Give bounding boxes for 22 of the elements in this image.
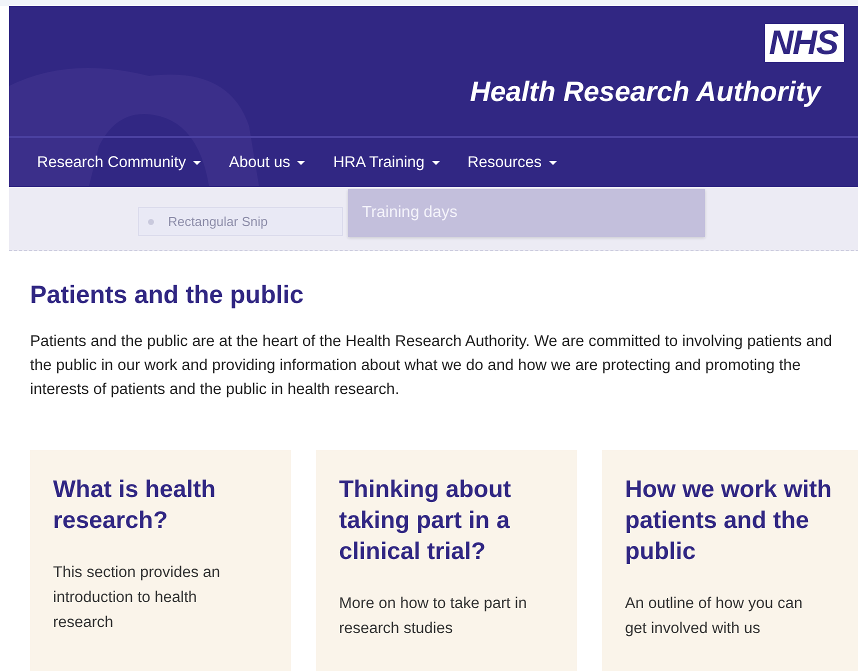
nav-link[interactable]: Research Community <box>37 154 202 172</box>
card[interactable]: Thinking about taking part in a clinical trial? More on how to take part in research studies <box>316 450 577 671</box>
site-title: Health Research Authority <box>470 76 821 108</box>
card-title: Thinking about taking part in a clinical trial? <box>339 475 512 567</box>
card-text: More on how to take part in research studies <box>339 594 528 639</box>
card-text: This section provides an introduction to health research <box>53 563 222 633</box>
card-title: How we work with patients and the public <box>625 475 833 567</box>
caret-icon <box>432 160 440 164</box>
nav-link[interactable]: Resources <box>468 154 557 172</box>
card[interactable]: How we work with patients and the public An outline of how you can get involved with us <box>602 450 858 671</box>
nav-link[interactable]: About us <box>229 154 306 172</box>
caret-icon <box>548 160 557 164</box>
nhs-logo[interactable]: NHS <box>765 24 844 62</box>
caret-icon <box>193 160 202 164</box>
card-title: What is health research? <box>53 475 217 536</box>
card[interactable]: What is health research? This section provides an introduction to health research <box>30 450 291 671</box>
intro-paragraph: Patients and the public are at the heart of the Health Research Authority. We are committed to involving patients and the public in our work and providing information about what we do and how we are protecting and promoting the interests of patients and the public in health research. <box>30 332 834 400</box>
caret-icon <box>297 160 306 164</box>
page-heading: Patients and the public <box>30 281 305 310</box>
nav-link[interactable]: HRA Training <box>333 154 440 172</box>
card-text: An outline of how you can get involved with us <box>625 594 804 639</box>
radio-icon <box>148 218 154 224</box>
